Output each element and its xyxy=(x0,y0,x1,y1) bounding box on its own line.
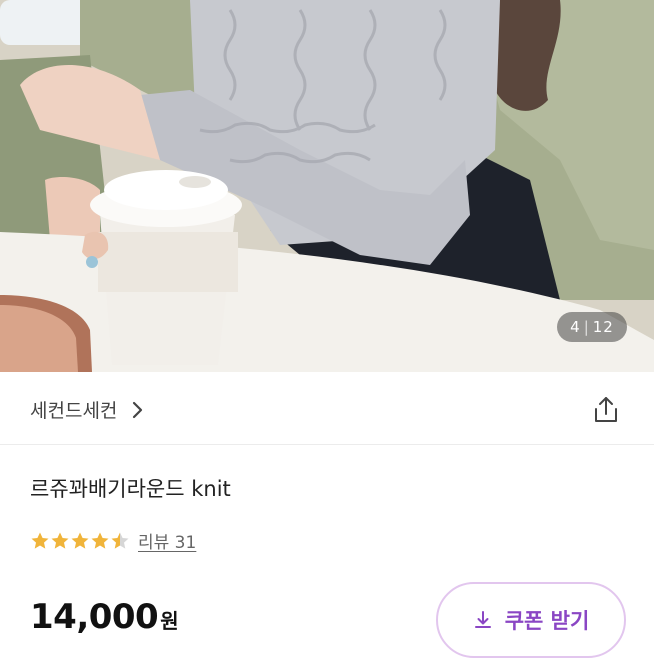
image-counter-separator: | xyxy=(583,318,590,336)
star-icon xyxy=(111,532,129,549)
product-image[interactable]: 4 | 12 xyxy=(0,0,654,372)
star-icon xyxy=(31,532,49,549)
download-icon xyxy=(474,611,491,628)
brand-link[interactable]: 세컨드세컨 xyxy=(30,396,147,423)
share-icon[interactable] xyxy=(590,394,622,426)
product-title: 르쥬꽈배기라운드 knit xyxy=(30,477,231,501)
product-rating: 리뷰 31 xyxy=(30,528,196,553)
product-price: 14,000 원 xyxy=(30,597,179,637)
coupon-label: 쿠폰 받기 xyxy=(504,609,590,633)
image-counter-current: 4 xyxy=(570,318,581,336)
price-unit: 원 xyxy=(160,609,179,633)
review-link[interactable]: 리뷰 31 xyxy=(138,528,196,553)
brand-row: 세컨드세컨 xyxy=(0,372,654,445)
product-photo-illustration xyxy=(0,0,654,372)
star-icon xyxy=(71,532,89,549)
image-counter: 4 | 12 xyxy=(557,312,627,342)
star-rating xyxy=(30,531,130,551)
brand-name: 세컨드세컨 xyxy=(30,400,118,422)
star-icon xyxy=(51,532,69,549)
coupon-button[interactable]: 쿠폰 받기 xyxy=(436,582,626,658)
image-counter-total: 12 xyxy=(592,318,614,336)
star-icon xyxy=(91,532,109,549)
chevron-right-icon xyxy=(133,401,143,418)
price-value: 14,000 xyxy=(30,597,159,637)
